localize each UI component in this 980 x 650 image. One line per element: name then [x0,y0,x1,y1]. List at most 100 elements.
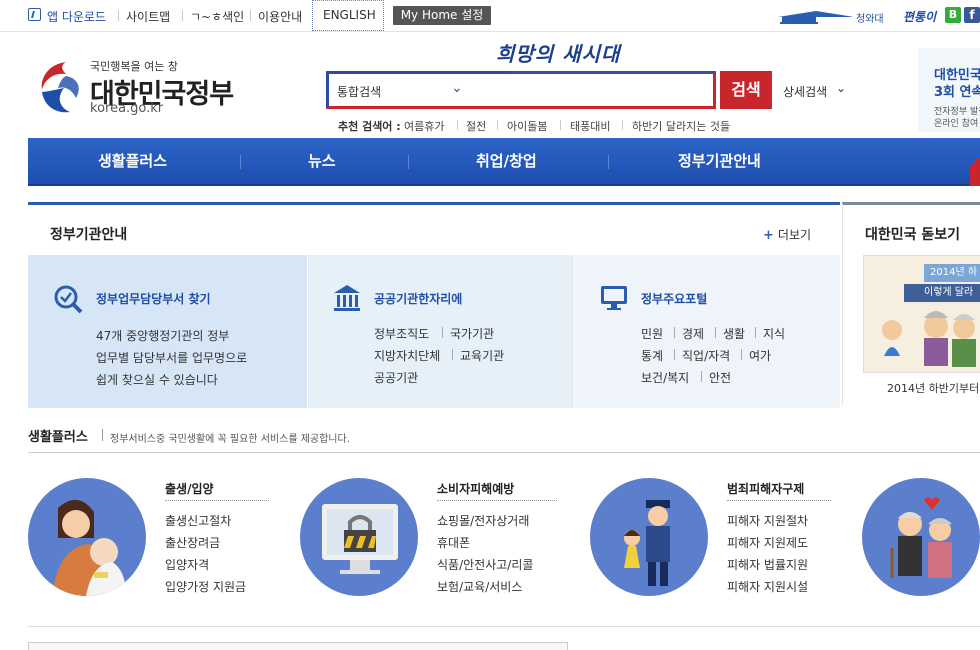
advanced-search-link[interactable]: 상세검색 [783,83,827,100]
nav-item-jobs[interactable]: 취업/창업 [476,150,537,171]
divider [452,349,453,360]
divider [741,349,742,360]
recommended-keyword[interactable]: 하반기 달라지는 것들 [632,118,730,134]
elderly-couple-icon [890,497,952,578]
service-link[interactable]: 출생신고절차 [165,512,231,529]
life-plus-title: 생활플러스 [28,430,88,445]
section-divider [28,626,980,627]
app-download-icon [28,8,41,21]
banner-line: 3회 연속 [934,85,980,100]
sitemap-link[interactable]: 사이트맵 [126,8,170,25]
group-title[interactable]: 범죄피해자구제 [727,480,804,497]
divider [715,327,716,338]
section-divider [28,452,980,453]
chevron-down-icon[interactable]: ⌄ [836,81,846,95]
mother-baby-icon [52,499,126,596]
english-link-box[interactable]: ENGLISH [312,0,384,31]
divider [457,120,458,130]
banner-caption[interactable]: 2014년 하반기부터 [887,380,979,396]
portal-link[interactable]: 경제 [682,325,704,342]
search-scope-select[interactable]: 통합검색 [337,83,381,100]
bluehouse-icon[interactable] [776,8,852,25]
agency-link[interactable]: 교육기관 [460,347,504,364]
nav-item-agencies[interactable]: 정부기관안내 [678,150,761,171]
service-link[interactable]: 피해자 지원시설 [727,578,808,595]
banner-line: 온라인 참여 [934,119,979,129]
pyeontong-link[interactable]: 편통이 [903,8,936,25]
nav-item-life-plus[interactable]: 생활플러스 [98,150,167,171]
dotted-divider [437,500,557,501]
hope-era-slogan: 희망의 새시대 [496,42,621,66]
group-title[interactable]: 출생/입양 [165,480,214,497]
portal-link[interactable]: 통계 [641,347,663,364]
nav-accent [970,138,980,186]
portal-link[interactable]: 안전 [709,369,731,386]
find-department-card[interactable]: 정부업무담당부서 찾기 47개 중앙행정기관의 정부 업무별 담당부서를 업무명… [28,255,307,408]
search-input-box[interactable]: 통합검색 ⌄ [326,71,716,109]
divider [755,327,756,338]
portal-link[interactable]: 지식 [763,325,785,342]
recommended-keyword[interactable]: 여름휴가 [404,118,444,134]
recommended-keyword[interactable]: 태풍대비 [570,118,610,134]
agency-link[interactable]: 정부조직도 [374,325,429,342]
birth-adoption-illustration[interactable] [28,478,146,596]
government-logo-icon[interactable] [36,58,86,116]
facebook-icon[interactable]: f [964,7,980,23]
next-section-box [28,642,568,650]
service-link[interactable]: 피해자 법률지원 [727,556,808,573]
recommended-keywords-label: 추천 검색어 : [338,120,401,133]
usage-link[interactable]: 이용안내 [258,8,302,25]
agency-guide-panel: 정부기관안내 + 더보기 정부업무담당부서 찾기 47개 중앙행정기관의 정부 업… [28,202,840,408]
institution-building-icon [334,285,360,311]
service-link[interactable]: 피해자 지원제도 [727,534,808,551]
banner-year-label: 2014년 하 [924,264,980,282]
h2-changes-banner[interactable]: 2014년 하 이렇게 달라 [863,255,980,373]
recommended-keyword[interactable]: 절전 [466,118,486,134]
more-link[interactable]: + 더보기 [763,226,811,243]
service-link[interactable]: 입양가정 지원금 [165,578,246,595]
elderly-welfare-illustration[interactable] [862,478,980,596]
recommended-keyword[interactable]: 아이돌봄 [507,118,547,134]
portal-link[interactable]: 생활 [723,325,745,342]
search-button[interactable]: 검색 [720,71,772,109]
portal-link[interactable]: 직업/자격 [682,347,730,364]
nav-item-news[interactable]: 뉴스 [308,150,336,171]
blog-icon[interactable]: B [945,7,961,23]
portal-link[interactable]: 여가 [749,347,771,364]
family-illustration-icon [882,311,976,367]
card-title[interactable]: 정부주요포털 [641,290,707,307]
group-title[interactable]: 소비자피해예방 [437,480,514,497]
public-agencies-card: 공공기관한자리에 정부조직도 국가기관 지방자치단체 교육기관 공공기관 [308,255,574,408]
agency-link[interactable]: 국가기관 [450,325,494,342]
bluehouse-link[interactable]: 청와대 [856,10,884,25]
divider [608,155,609,169]
crime-victim-illustration[interactable] [590,478,708,596]
portal-link[interactable]: 민원 [641,325,663,342]
major-portals-card: 정부주요포털 민원 경제 생활 지식 통계 직업/자격 여가 보건/복지 안전 [575,255,840,408]
agency-link[interactable]: 지방자치단체 [374,347,440,364]
portal-link[interactable]: 보건/복지 [641,369,689,386]
agency-link[interactable]: 공공기관 [374,369,418,386]
service-link[interactable]: 휴대폰 [437,534,470,551]
chevron-down-icon[interactable]: ⌄ [451,80,463,96]
myhome-settings-button[interactable]: My Home 설정 [393,6,491,25]
service-link[interactable]: 출산장려금 [165,534,220,551]
service-link[interactable]: 식품/안전사고/리콜 [437,556,533,573]
card-text: 쉽게 찾으실 수 있습니다 [96,373,218,387]
service-link[interactable]: 보험/교육/서비스 [437,578,522,595]
service-link[interactable]: 입양자격 [165,556,209,573]
korea-magnifier-panel: 대한민국 돋보기 2014년 하 이렇게 달라 2014년 하반기부터 [842,202,980,405]
service-link[interactable]: 피해자 지원절차 [727,512,808,529]
index-link[interactable]: ㄱ~ㅎ색인 [190,8,244,25]
consumer-protection-illustration[interactable] [300,478,418,596]
app-download-link[interactable]: 앱 다운로드 [47,8,106,25]
card-title[interactable]: 공공기관한자리에 [374,290,462,307]
egov-award-banner[interactable]: 대한민국 3회 연속 전자정부 발전 온라인 참여 [918,48,980,132]
card-text: 47개 중앙행정기관의 정부 [96,329,230,343]
locked-monitor-icon [322,504,398,574]
service-link[interactable]: 쇼핑몰/전자상거래 [437,512,529,529]
card-title[interactable]: 정부업무담당부서 찾기 [96,290,211,307]
divider [674,327,675,338]
panel-title: 대한민국 돋보기 [865,227,961,243]
english-link[interactable]: ENGLISH [323,8,376,22]
